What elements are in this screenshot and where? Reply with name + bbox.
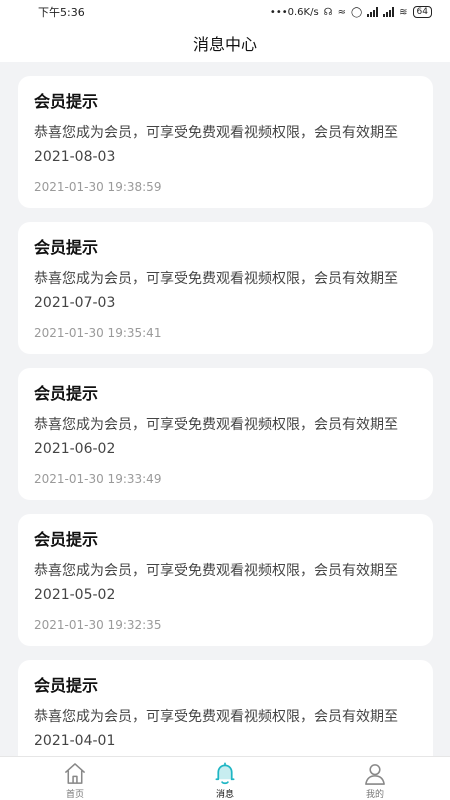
message-time: 2021-01-30 19:32:35 xyxy=(34,618,162,632)
message-time: 2021-01-30 19:38:59 xyxy=(34,180,162,194)
home-icon xyxy=(64,763,86,784)
message-card[interactable]: 会员提示 恭喜您成为会员，可享受免费观看视频权限，会员有效期至2021-06-0… xyxy=(18,368,433,500)
user-icon xyxy=(365,764,385,785)
message-body: 恭喜您成为会员，可享受免费观看视频权限，会员有效期至2021-06-02 xyxy=(34,417,398,457)
tab-home-label: 首页 xyxy=(65,790,84,800)
message-card[interactable]: 会员提示 恭喜您成为会员，可享受免费观看视频权限，会员有效期至2021-08-0… xyxy=(18,76,433,208)
message-body: 恭喜您成为会员，可享受免费观看视频权限，会员有效期至2021-04-01 xyxy=(34,709,398,749)
net-speed: •••0.6K/s xyxy=(269,6,319,18)
tab-home[interactable]: 首页 xyxy=(0,757,150,800)
signal-icon xyxy=(367,7,379,17)
message-title: 会员提示 xyxy=(34,676,99,695)
status-bar: 下午5:36 •••0.6K/s ☊ ≈ ◯ ≋ 64 xyxy=(0,0,450,24)
message-title: 会员提示 xyxy=(34,238,99,257)
status-icons: •••0.6K/s ☊ ≈ ◯ ≋ 64 xyxy=(270,6,432,18)
bell-icon xyxy=(215,762,235,785)
page-header: 消息中心 xyxy=(0,24,450,62)
message-card[interactable]: 会员提示 恭喜您成为会员，可享受免费观看视频权限，会员有效期至2021-04-0… xyxy=(18,660,433,756)
message-body: 恭喜您成为会员，可享受免费观看视频权限，会员有效期至2021-08-03 xyxy=(34,125,398,165)
page-title: 消息中心 xyxy=(192,35,257,54)
message-card[interactable]: 会员提示 恭喜您成为会员，可享受免费观看视频权限，会员有效期至2021-05-0… xyxy=(18,514,433,646)
wifi-icon: ≋ xyxy=(399,6,408,18)
tab-messages[interactable]: 消息 xyxy=(150,757,300,800)
message-time: 2021-01-30 19:33:49 xyxy=(34,472,162,486)
tab-profile[interactable]: 我的 xyxy=(300,757,450,800)
message-body: 恭喜您成为会员，可享受免费观看视频权限，会员有效期至2021-05-02 xyxy=(34,563,398,603)
alarm-icon: ◯ xyxy=(350,6,363,18)
battery-icon: 64 xyxy=(412,6,432,18)
bottom-tab-bar: 首页 消息 我的 xyxy=(0,756,450,800)
bluetooth-icon: ≈ xyxy=(337,6,346,18)
tab-profile-label: 我的 xyxy=(365,790,384,800)
message-list[interactable]: 会员提示 恭喜您成为会员，可享受免费观看视频权限，会员有效期至2021-08-0… xyxy=(0,62,450,756)
headphone-icon: ☊ xyxy=(323,6,333,18)
message-title: 会员提示 xyxy=(34,92,99,111)
signal-icon-2 xyxy=(383,7,395,17)
message-time: 2021-01-30 19:35:41 xyxy=(34,326,162,340)
tab-messages-label: 消息 xyxy=(215,790,234,800)
message-body: 恭喜您成为会员，可享受免费观看视频权限，会员有效期至2021-07-03 xyxy=(34,271,398,311)
message-card[interactable]: 会员提示 恭喜您成为会员，可享受免费观看视频权限，会员有效期至2021-07-0… xyxy=(18,222,433,354)
message-title: 会员提示 xyxy=(34,384,99,403)
status-time: 下午5:36 xyxy=(38,6,85,19)
message-title: 会员提示 xyxy=(34,530,99,549)
